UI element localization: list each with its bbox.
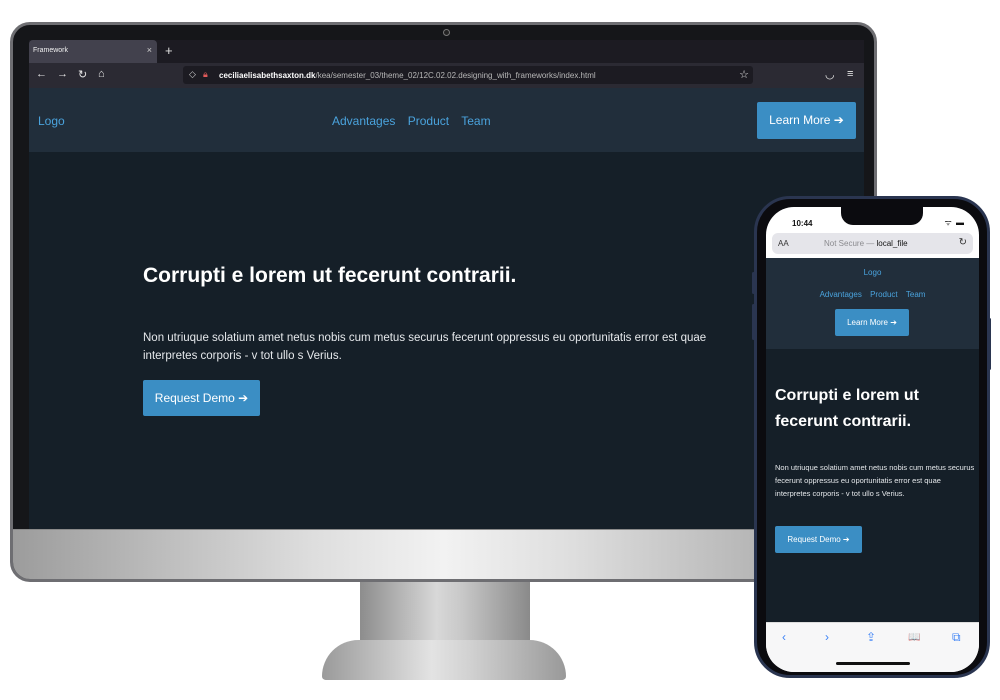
safari-address-bar[interactable]: AA Not Secure — local_file ↻ [772, 233, 973, 254]
request-demo-button[interactable]: Request Demo ➔ [143, 380, 260, 416]
nav-link-product[interactable]: Product [870, 290, 898, 299]
bookmarks-icon[interactable]: 📖 [908, 632, 920, 643]
device-mockup-scene: Framework × + ← → ↻ ⌂ ◇ 🔒︎ ceciliaelisab… [0, 0, 1000, 700]
back-arrow-icon[interactable]: ← [36, 68, 47, 80]
desktop-monitor: Framework × + ← → ↻ ⌂ ◇ 🔒︎ ceciliaelisab… [10, 22, 877, 582]
url-security-label: Not Secure — [824, 239, 877, 248]
nav-link-team[interactable]: Team [461, 114, 490, 128]
desktop-browser-window: Framework × + ← → ↻ ⌂ ◇ 🔒︎ ceciliaelisab… [29, 40, 864, 535]
hero-paragraph: Non utriuque solatium amet netus nobis c… [143, 332, 707, 362]
home-icon[interactable]: ⌂ [98, 68, 105, 80]
mobile-page: Logo Advantages Product Team Learn More … [766, 258, 979, 622]
camera-dot [443, 29, 450, 36]
text-size-icon[interactable]: AA [778, 239, 789, 248]
site-navbar: Logo Advantages Product Team Learn More … [29, 88, 864, 152]
wifi-battery-icon: ᯤ ▬ [944, 218, 965, 227]
tabs-icon[interactable]: ⧉ [952, 630, 961, 645]
back-icon[interactable]: ‹ [782, 630, 786, 644]
mobile-navbar: Logo Advantages Product Team Learn More … [766, 258, 979, 349]
shield-icon: ◇ [189, 69, 196, 79]
phone-notch [841, 207, 923, 225]
url-text: Not Secure — local_file [824, 239, 908, 248]
close-icon[interactable]: × [147, 45, 152, 55]
address-bar[interactable]: ◇ 🔒︎ ceciliaelisabethsaxton.dk/kea/semes… [183, 66, 753, 84]
forward-icon[interactable]: › [825, 630, 829, 644]
nav-link-product[interactable]: Product [408, 114, 449, 128]
phone-screen: 10:44 ᯤ ▬ AA Not Secure — local_file ↻ L… [766, 207, 979, 672]
site-logo[interactable]: Logo [38, 114, 65, 128]
hero-section: Corrupti e lorem ut fecerunt contrarii. … [29, 152, 864, 535]
monitor-stand-base [322, 640, 566, 680]
nav-link-advantages[interactable]: Advantages [820, 290, 862, 299]
hero-heading: Corrupti e lorem ut fecerunt contrarii. [775, 387, 920, 430]
monitor-chin [13, 529, 874, 579]
pocket-icon[interactable]: ◡ [825, 68, 835, 81]
url-domain: ceciliaelisabethsaxton.dk [219, 71, 316, 80]
browser-toolbar: ← → ↻ ⌂ ◇ 🔒︎ ceciliaelisabethsaxton.dk/k… [29, 63, 864, 88]
reload-icon[interactable]: ↻ [959, 237, 967, 248]
lock-icon: 🔒︎ [203, 69, 208, 79]
nav-links: Advantages Product Team [332, 114, 500, 128]
url-host: local_file [876, 239, 908, 248]
nav-links: Advantages Product Team [766, 290, 979, 299]
hero-heading: Corrupti e lorem ut fecerunt contrarii. [143, 264, 517, 287]
mobile-phone: 10:44 ᯤ ▬ AA Not Secure — local_file ↻ L… [754, 196, 990, 678]
status-time: 10:44 [792, 219, 813, 228]
site-logo[interactable]: Logo [766, 268, 979, 277]
new-tab-icon[interactable]: + [165, 43, 173, 58]
reload-icon[interactable]: ↻ [78, 68, 87, 81]
nav-link-advantages[interactable]: Advantages [332, 114, 395, 128]
home-indicator [836, 662, 910, 665]
monitor-stand-neck [360, 581, 530, 643]
menu-icon[interactable]: ≡ [847, 68, 853, 80]
hero-paragraph: Non utriuque solatium amet netus nobis c… [775, 463, 975, 498]
share-icon[interactable]: ⇪ [866, 630, 876, 644]
url-text: ceciliaelisabethsaxton.dk/kea/semester_0… [219, 71, 596, 80]
nav-link-team[interactable]: Team [906, 290, 926, 299]
learn-more-button[interactable]: Learn More ➔ [757, 102, 856, 139]
learn-more-button[interactable]: Learn More ➔ [835, 309, 909, 336]
browser-tab[interactable]: Framework × [29, 40, 157, 63]
forward-arrow-icon[interactable]: → [57, 68, 68, 80]
star-icon[interactable]: ☆ [739, 68, 749, 81]
tab-title: Framework [33, 47, 69, 54]
tab-bar: Framework × + [29, 40, 864, 63]
safari-bottom-toolbar: ‹ › ⇪ 📖 ⧉ [766, 622, 979, 672]
url-path: /kea/semester_03/theme_02/12C.02.02.desi… [315, 71, 596, 80]
request-demo-button[interactable]: Request Demo ➔ [775, 526, 862, 553]
